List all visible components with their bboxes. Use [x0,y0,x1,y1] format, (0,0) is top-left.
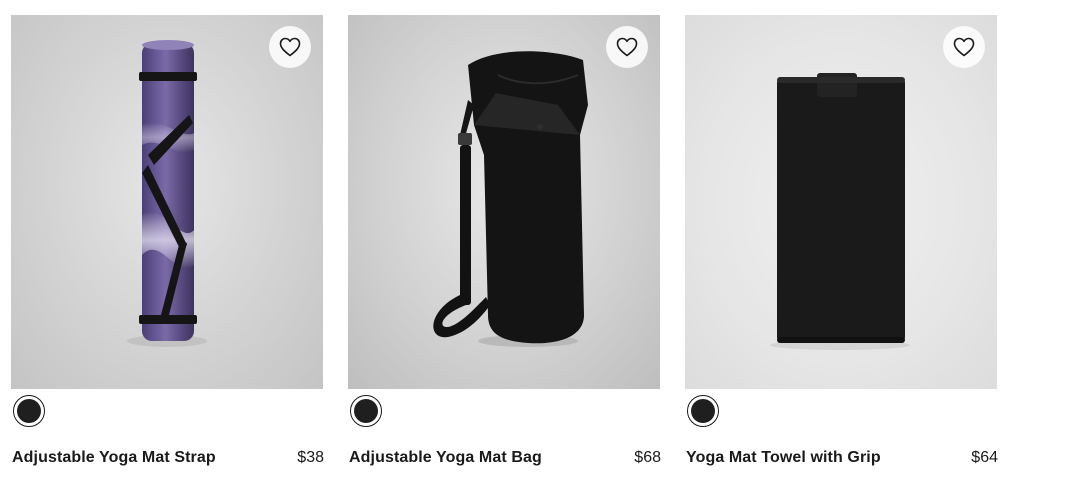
product-info: Adjustable Yoga Mat Strap $38 [12,449,324,467]
product-price: $38 [297,449,324,466]
wishlist-button[interactable] [943,26,985,68]
wishlist-button[interactable] [606,26,648,68]
wishlist-button[interactable] [269,26,311,68]
product-price: $64 [971,449,998,466]
color-swatch[interactable] [13,395,45,427]
heart-outline-icon [953,37,975,57]
product-card[interactable]: Adjustable Yoga Mat Bag $68 [348,15,661,466]
product-card[interactable]: Yoga Mat Towel with Grip $64 [685,15,998,466]
swatch-color [354,399,378,423]
heart-outline-icon [279,37,301,57]
yoga-mat-bag-image [433,51,588,347]
product-name[interactable]: Adjustable Yoga Mat Strap [12,449,216,467]
product-name[interactable]: Adjustable Yoga Mat Bag [349,449,542,467]
color-swatch[interactable] [350,395,382,427]
yoga-mat-towel-image [770,73,910,350]
product-price: $68 [634,449,661,466]
product-grid: Adjustable Yoga Mat Strap $38 Adjustable… [0,0,1067,485]
swatch-color [691,399,715,423]
yoga-mat-strap-image [127,40,207,347]
heart-outline-icon [616,37,638,57]
product-card[interactable]: Adjustable Yoga Mat Strap $38 [11,15,324,466]
product-image[interactable] [348,15,660,389]
product-image[interactable] [685,15,997,389]
product-name[interactable]: Yoga Mat Towel with Grip [686,449,881,467]
product-info: Adjustable Yoga Mat Bag $68 [349,449,661,467]
swatch-color [17,399,41,423]
product-image[interactable] [11,15,323,389]
product-info: Yoga Mat Towel with Grip $64 [686,449,998,467]
color-swatch[interactable] [687,395,719,427]
